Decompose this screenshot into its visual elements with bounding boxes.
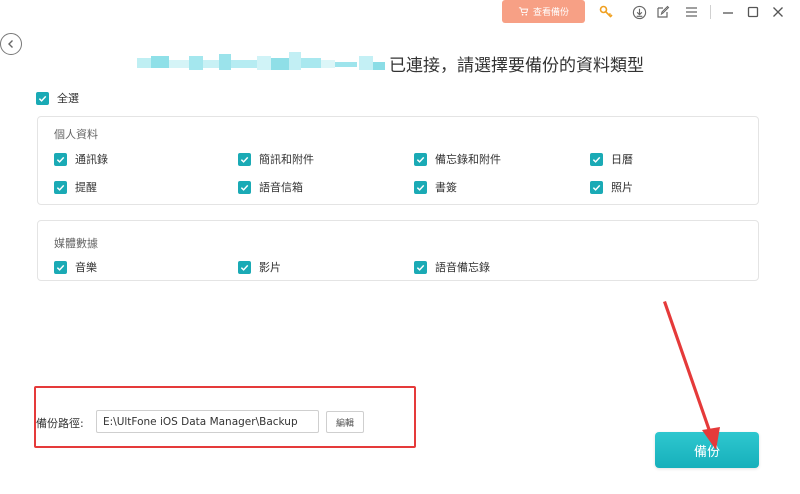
personal-item-contacts[interactable]: 通訊錄	[54, 151, 108, 167]
view-backup-label: 查看備份	[532, 8, 569, 18]
item-label: 語音備忘錄	[435, 261, 490, 274]
personal-item-messages[interactable]: 簡訊和附件	[238, 151, 314, 167]
checkbox-checked-icon	[590, 152, 603, 166]
chevron-left-icon	[8, 40, 13, 48]
checkbox-checked-icon	[590, 180, 603, 194]
personal-item-photos[interactable]: 照片	[590, 179, 633, 195]
checkbox-checked-icon	[238, 260, 251, 274]
item-label: 日曆	[611, 153, 633, 166]
personal-data-panel: 個人資料 通訊錄 簡訊和附件 備忘錄和附件 日曆 提醒 語音信箱 書簽 照片	[37, 116, 759, 205]
select-all-checkbox[interactable]: 全選	[36, 90, 79, 106]
edit-icon[interactable]	[655, 4, 671, 20]
backup-button[interactable]: 備份	[655, 432, 759, 468]
item-label: 通訊錄	[75, 153, 108, 166]
view-backup-button[interactable]: 查看備份	[502, 0, 585, 23]
personal-item-reminders[interactable]: 提醒	[54, 179, 97, 195]
page-title: 已連接，請選擇要備份的資料類型	[137, 48, 644, 78]
back-button[interactable]	[0, 33, 22, 55]
download-icon[interactable]	[631, 4, 647, 20]
page-title-text: 已連接，請選擇要備份的資料類型	[389, 55, 644, 76]
checkbox-checked-icon	[54, 152, 67, 166]
media-data-panel: 媒體數據 音樂 影片 語音備忘錄	[37, 220, 759, 281]
item-label: 提醒	[75, 181, 97, 194]
backup-path-input[interactable]: E:\UltFone iOS Data Manager\Backup	[96, 410, 319, 433]
item-label: 音樂	[75, 261, 97, 274]
checkbox-checked-icon	[36, 91, 49, 105]
personal-item-calendar[interactable]: 日曆	[590, 151, 633, 167]
checkbox-checked-icon	[54, 180, 67, 194]
personal-item-notes[interactable]: 備忘錄和附件	[414, 151, 501, 167]
select-all-label: 全選	[57, 92, 79, 105]
item-label: 語音信箱	[259, 181, 303, 194]
maximize-icon[interactable]	[745, 4, 761, 20]
checkbox-checked-icon	[238, 180, 251, 194]
media-data-title: 媒體數據	[54, 237, 98, 250]
cart-icon	[518, 7, 529, 16]
minimize-icon[interactable]	[720, 4, 736, 20]
personal-data-title: 個人資料	[54, 128, 98, 141]
device-name-redacted	[137, 52, 387, 74]
media-item-videos[interactable]: 影片	[238, 259, 281, 275]
edit-path-button[interactable]: 編輯	[326, 411, 364, 433]
item-label: 簡訊和附件	[259, 153, 314, 166]
personal-item-bookmarks[interactable]: 書簽	[414, 179, 457, 195]
menu-icon[interactable]	[683, 4, 699, 20]
checkbox-checked-icon	[414, 260, 427, 274]
item-label: 書簽	[435, 181, 457, 194]
checkbox-checked-icon	[414, 180, 427, 194]
title-bar: 查看備份	[0, 0, 800, 26]
media-item-voice-memos[interactable]: 語音備忘錄	[414, 259, 490, 275]
personal-item-voicemail[interactable]: 語音信箱	[238, 179, 303, 195]
backup-path-label: 備份路徑:	[36, 417, 84, 430]
media-item-music[interactable]: 音樂	[54, 259, 97, 275]
item-label: 備忘錄和附件	[435, 153, 501, 166]
item-label: 影片	[259, 261, 281, 274]
item-label: 照片	[611, 181, 633, 194]
checkbox-checked-icon	[238, 152, 251, 166]
close-icon[interactable]	[770, 4, 786, 20]
titlebar-separator	[710, 5, 711, 19]
checkbox-checked-icon	[414, 152, 427, 166]
checkbox-checked-icon	[54, 260, 67, 274]
key-icon[interactable]	[598, 4, 614, 20]
